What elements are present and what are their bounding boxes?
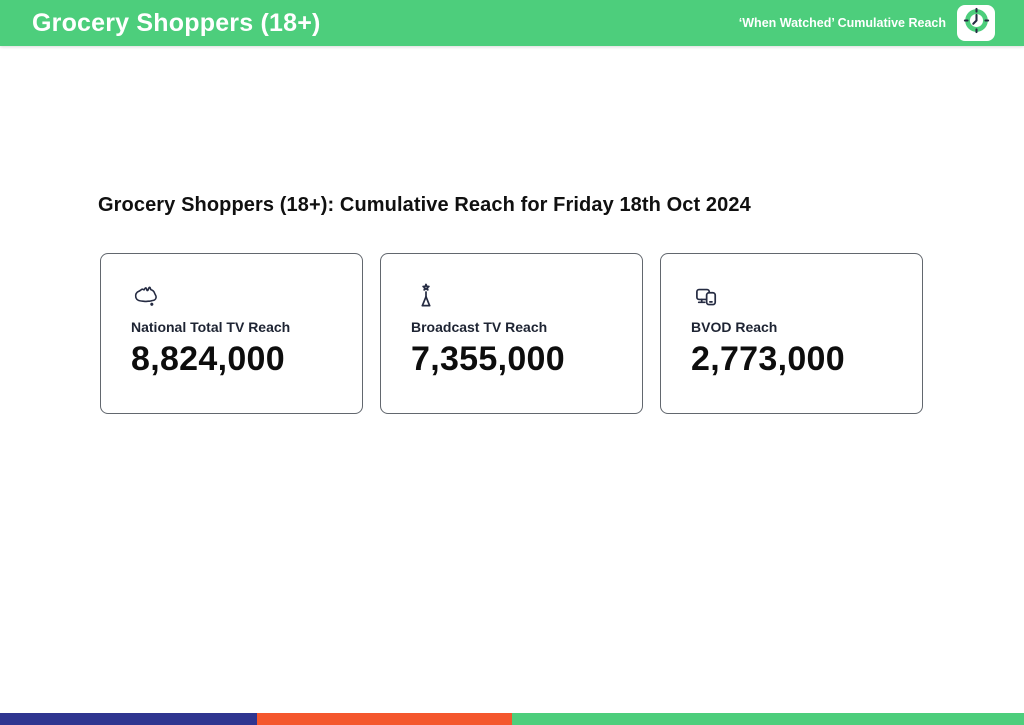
kpi-value: 2,773,000 [691, 340, 892, 379]
kpi-card-national-total-tv: National Total TV Reach 8,824,000 [100, 253, 363, 414]
report-type-label: ‘When Watched’ Cumulative Reach [739, 16, 946, 30]
australia-map-icon [131, 281, 332, 311]
app-header: Grocery Shoppers (18+) ‘When Watched’ Cu… [0, 0, 1024, 46]
header-right-group: ‘When Watched’ Cumulative Reach [739, 5, 995, 41]
kpi-card-broadcast-tv: Broadcast TV Reach 7,355,000 [380, 253, 643, 414]
broadcast-tower-icon [411, 281, 612, 311]
footer-segment-orange [257, 713, 512, 725]
kpi-value: 8,824,000 [131, 340, 332, 379]
kpi-cards-row: National Total TV Reach 8,824,000 Broadc… [100, 253, 923, 414]
clock-icon [963, 7, 990, 39]
page-title: Grocery Shoppers (18+) [32, 9, 739, 38]
report-heading: Grocery Shoppers (18+): Cumulative Reach… [98, 194, 751, 217]
screens-devices-icon [691, 281, 892, 311]
kpi-label: BVOD Reach [691, 319, 892, 335]
kpi-label: Broadcast TV Reach [411, 319, 612, 335]
clock-logo-badge [957, 5, 995, 41]
footer-brand-bar [0, 713, 1024, 725]
kpi-value: 7,355,000 [411, 340, 612, 379]
footer-segment-green [512, 713, 1024, 725]
kpi-label: National Total TV Reach [131, 319, 332, 335]
kpi-card-bvod: BVOD Reach 2,773,000 [660, 253, 923, 414]
footer-segment-navy [0, 713, 257, 725]
